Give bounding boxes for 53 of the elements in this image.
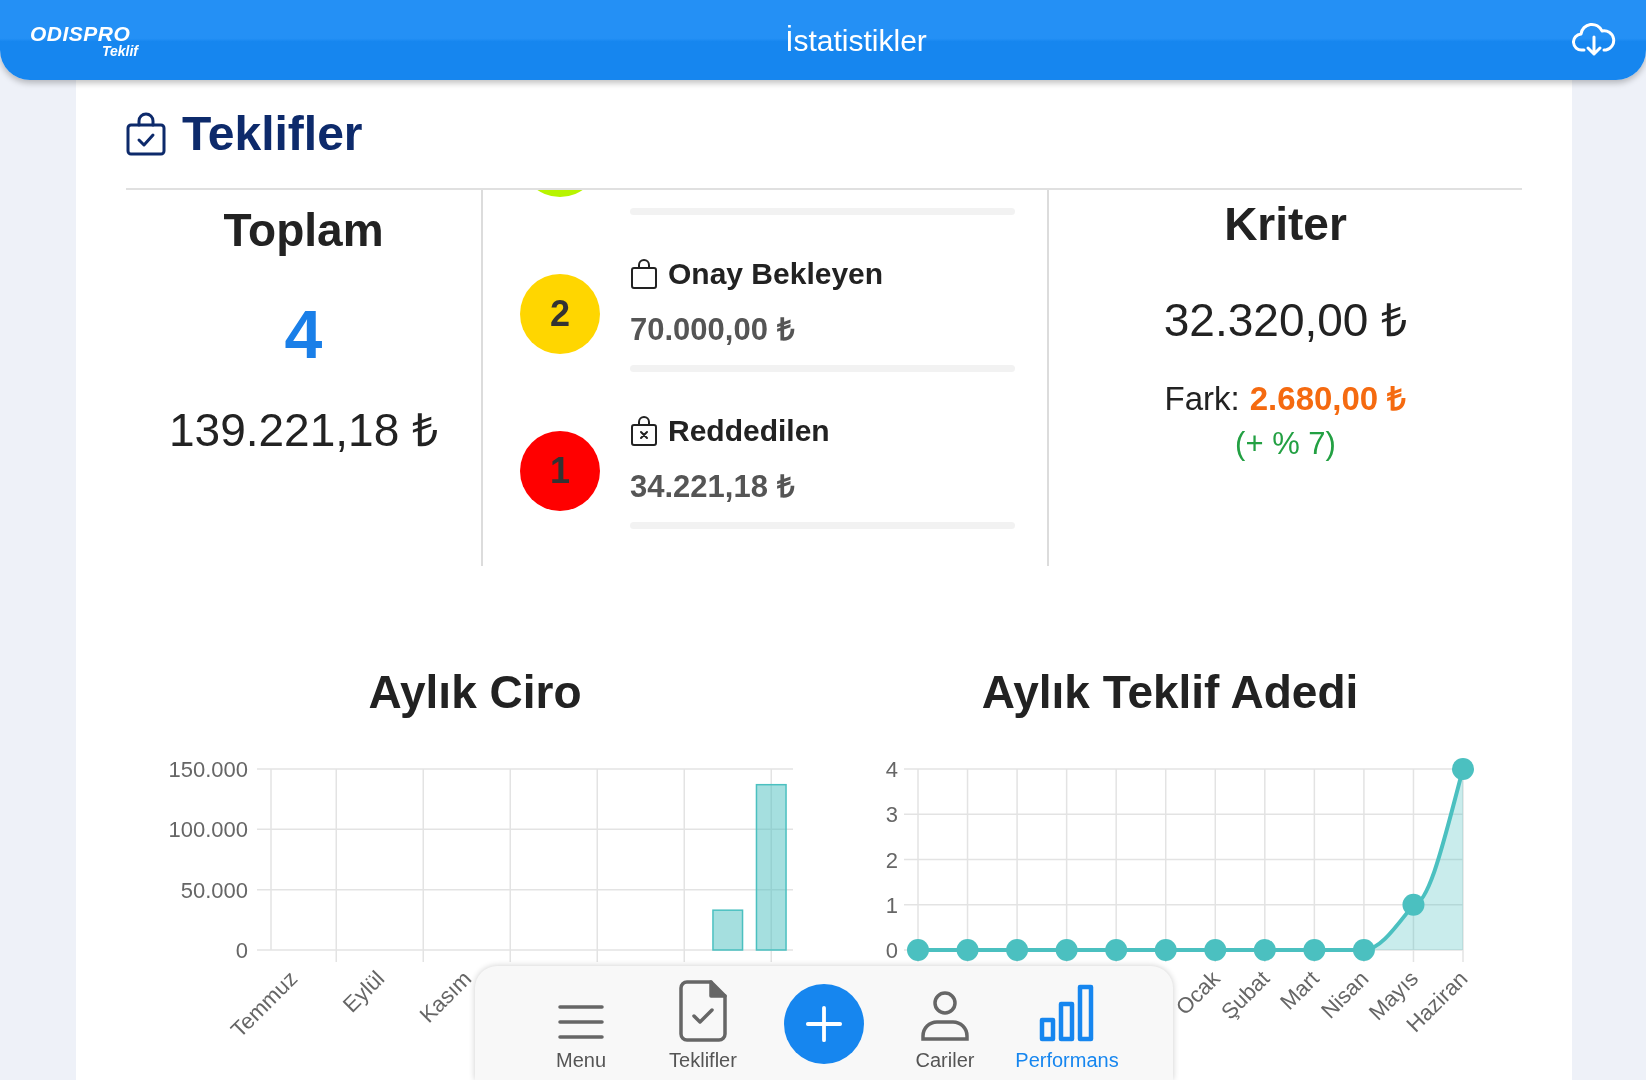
- chart-title: Aylık Ciro: [367, 666, 583, 718]
- chart-title: Aylık Teklif Adedi: [980, 666, 1360, 718]
- document-check-icon: [679, 980, 727, 1042]
- axis-tick-label: 1: [885, 892, 898, 918]
- criterion-amount: 32.320,00 ₺: [1163, 293, 1408, 348]
- data-point: [1204, 939, 1227, 961]
- data-point: [1253, 939, 1276, 961]
- status-count: 1: [520, 430, 600, 511]
- shopping-bag-icon: [630, 257, 658, 290]
- shopping-bag-check-icon: [126, 112, 166, 156]
- data-point: [1105, 939, 1128, 961]
- data-point: [907, 939, 929, 961]
- data-point: [1303, 939, 1326, 961]
- menu-icon: [557, 1002, 605, 1042]
- data-point: [1352, 939, 1375, 961]
- axis-tick-label: 3: [885, 802, 898, 828]
- status-label: Onay Bekleyen: [668, 256, 884, 292]
- section-title: Teklifler: [182, 106, 363, 162]
- plus-icon: [805, 1005, 843, 1043]
- data-point: [1055, 939, 1078, 961]
- axis-tick-label: 100.000: [168, 817, 248, 843]
- total-count: 4: [284, 296, 323, 372]
- total-amount: 139.221,18 ₺: [169, 403, 438, 458]
- download-icon[interactable]: [1572, 22, 1616, 58]
- shopping-bag-x-icon: [630, 414, 658, 447]
- nav-tab[interactable]: Cariler: [889, 976, 1001, 1072]
- status-label: Reddedilen: [668, 413, 830, 449]
- status-count: 2: [520, 273, 600, 354]
- status-amount: 70.000,00 ₺: [630, 311, 795, 350]
- data-point: [1402, 893, 1425, 916]
- axis-tick-label: 0: [885, 938, 898, 963]
- axis-tick-label: 4: [885, 757, 898, 782]
- chart-bar: [712, 909, 744, 951]
- status-amount: 34.221,18 ₺: [630, 468, 795, 507]
- axis-tick-label: 2: [885, 847, 898, 873]
- axis-tick-label: 50.000: [180, 877, 248, 903]
- criterion-label: Kriter: [1224, 197, 1347, 252]
- nav-tab[interactable]: Menu: [525, 976, 637, 1072]
- nav-tab[interactable]: Teklifler: [647, 976, 759, 1072]
- person-icon: [919, 990, 971, 1042]
- difference-label: Fark:: [1164, 379, 1240, 419]
- difference-percent: (+ % 7): [1235, 425, 1336, 463]
- data-point: [1452, 758, 1474, 780]
- data-point: [956, 939, 979, 961]
- axis-tick-label: 150.000: [168, 757, 248, 782]
- data-point: [1006, 939, 1029, 961]
- bar-chart-icon: [1039, 984, 1095, 1042]
- page-title: İstatistikler: [785, 22, 927, 59]
- axis-tick-label: 0: [235, 938, 248, 963]
- app-logo: ODISPRO Teklif: [30, 22, 140, 58]
- total-label: Toplam: [223, 203, 384, 258]
- data-point: [1154, 939, 1177, 961]
- difference-amount: 2.680,00 ₺: [1249, 379, 1407, 419]
